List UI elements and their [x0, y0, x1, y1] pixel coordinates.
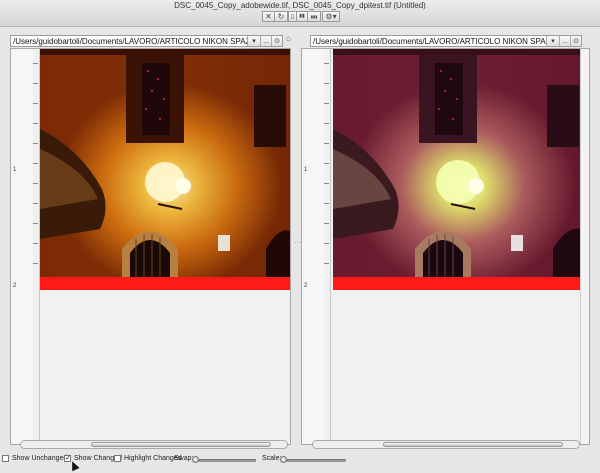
history-icon: ⊙ [274, 38, 280, 45]
gutter-number: 1 [13, 167, 17, 173]
scale-label: Scale: [262, 455, 282, 462]
side-by-side-icon: ▮▮ [299, 13, 305, 19]
right-ruler [324, 49, 331, 444]
checkbox-box[interactable] [114, 455, 121, 462]
right-horizontal-scrollbar[interactable] [312, 440, 580, 449]
side-by-side-button[interactable]: ▮▮ [297, 11, 308, 22]
triple-pane-button[interactable]: ▮▮▮ [308, 11, 321, 22]
pane-splitter-handle[interactable]: ⋯ [294, 238, 302, 247]
chevron-down-icon: ▾ [551, 38, 555, 45]
right-diff-highlight [333, 277, 583, 290]
ellipsis-icon: ... [263, 37, 269, 45]
toolbar-group-layout: ▯ ▮▮ ▮▮▮ [288, 11, 321, 22]
scale-slider-knob[interactable] [280, 456, 287, 463]
right-history-button[interactable]: ⊙ [570, 36, 581, 46]
refresh-icon: ↻ [277, 11, 285, 21]
left-horizontal-scrollbar[interactable] [20, 440, 288, 449]
left-ruler [33, 49, 40, 444]
close-compare-button[interactable]: ✕ [262, 11, 275, 22]
ellipsis-icon: ... [562, 37, 568, 45]
right-path-menu-button[interactable]: ▾ [546, 36, 559, 46]
right-path-text: /Users/guidobartoli/Documents/LAVORO/ART… [313, 36, 546, 46]
gutter-number: 1 [304, 167, 308, 173]
left-path-text: /Users/guidobartoli/Documents/LAVORO/ART… [13, 36, 247, 46]
gutter-number: 2 [13, 283, 17, 289]
lock-icon[interactable]: ⌂ [286, 34, 291, 43]
left-image-pane[interactable]: 1 2 [10, 48, 291, 445]
highlight-changed-checkbox[interactable]: Highlight Changed [114, 455, 182, 462]
right-line-gutter: 1 2 [302, 49, 325, 444]
gutter-number: 2 [304, 283, 308, 289]
gear-icon: ⚙▾ [325, 11, 337, 21]
settings-menu-button[interactable]: ⚙▾ [322, 11, 340, 22]
checkbox-box[interactable]: ✓ [64, 455, 71, 462]
right-photo [333, 49, 583, 277]
left-scroll-thumb[interactable] [91, 442, 271, 447]
refresh-button[interactable]: ↻ [275, 11, 288, 22]
swap-slider-knob[interactable] [192, 456, 199, 463]
left-history-button[interactable]: ⊙ [271, 36, 282, 46]
left-photo [40, 49, 290, 277]
checkmark-icon: ✓ [65, 455, 71, 462]
left-line-gutter: 1 2 [11, 49, 34, 444]
right-scroll-thumb[interactable] [383, 442, 563, 447]
single-pane-icon: ▯ [290, 13, 295, 20]
toolbar-group-actions: ✕ ↻ [262, 11, 288, 22]
history-icon: ⊙ [573, 38, 579, 45]
show-unchanged-checkbox[interactable]: Show Unchanged [2, 455, 67, 462]
swap-slider[interactable] [194, 459, 256, 462]
left-diff-highlight [40, 277, 290, 290]
toolbar-group-settings: ⚙▾ [322, 11, 340, 22]
right-path-field[interactable]: /Users/guidobartoli/Documents/LAVORO/ART… [310, 35, 582, 47]
right-image-pane[interactable]: 1 2 [301, 48, 590, 445]
close-icon: ✕ [265, 11, 272, 21]
triple-pane-icon: ▮▮▮ [310, 13, 318, 19]
right-vertical-scrollbar[interactable] [580, 49, 589, 444]
title-bar: DSC_0045_Copy_adobewide.tif, DSC_0045_Co… [0, 0, 600, 27]
bottom-toolbar: Show Unchanged ✓ Show Changed Highlight … [0, 451, 600, 473]
highlight-changed-label: Highlight Changed [124, 455, 182, 462]
left-path-menu-button[interactable]: ▾ [247, 36, 260, 46]
checkbox-box[interactable] [2, 455, 9, 462]
scale-slider[interactable] [282, 459, 346, 462]
show-unchanged-label: Show Unchanged [12, 455, 68, 462]
swap-label: Swap: [174, 455, 194, 462]
right-browse-button[interactable]: ... [559, 36, 570, 46]
left-path-field[interactable]: /Users/guidobartoli/Documents/LAVORO/ART… [10, 35, 283, 47]
single-pane-button[interactable]: ▯ [288, 11, 297, 22]
left-browse-button[interactable]: ... [260, 36, 271, 46]
window-title: DSC_0045_Copy_adobewide.tif, DSC_0045_Co… [174, 1, 426, 10]
chevron-down-icon: ▾ [252, 38, 256, 45]
